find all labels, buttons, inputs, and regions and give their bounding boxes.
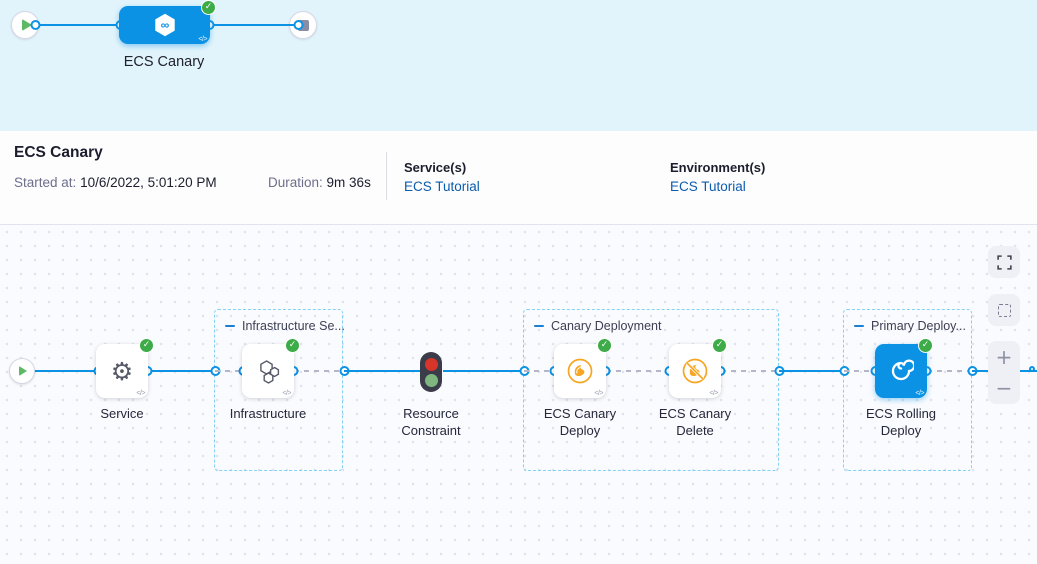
- code-icon: </>: [198, 36, 207, 43]
- stage-node-ecs-canary[interactable]: ∞ ✓ </>: [119, 6, 210, 44]
- step-node-resource-constraint[interactable]: [420, 352, 442, 392]
- code-icon: </>: [282, 390, 291, 397]
- step-node-ecs-rolling-deploy[interactable]: ✓ </>: [875, 344, 927, 398]
- connector-line: [606, 370, 669, 372]
- traffic-light-red-icon: [425, 358, 438, 371]
- step-label: ECS Canary Deploy: [528, 405, 632, 439]
- duration-label: Duration:: [268, 175, 323, 190]
- execution-title: ECS Canary: [14, 144, 103, 162]
- environments-link[interactable]: ECS Tutorial: [670, 179, 765, 194]
- group-title-canary[interactable]: Canary Deployment: [534, 319, 661, 333]
- pipeline-canvas[interactable]: Infrastructure Se... Canary Deployment P…: [0, 225, 1037, 564]
- connector-line: [779, 370, 844, 372]
- fullscreen-icon: [997, 255, 1012, 270]
- reset-selection-button[interactable]: [988, 294, 1020, 326]
- collapse-dash-icon: [854, 325, 864, 328]
- stage-label: ECS Canary: [114, 54, 214, 70]
- step-label: Service: [70, 405, 174, 422]
- step-node-infrastructure[interactable]: ✓ </>: [242, 344, 294, 398]
- fullscreen-button[interactable]: [988, 246, 1020, 278]
- success-check-icon: ✓: [139, 338, 154, 353]
- success-check-icon: ✓: [918, 338, 933, 353]
- connector-line: [294, 370, 344, 372]
- connector-line: [210, 24, 298, 26]
- canary-deploy-icon: [565, 356, 595, 386]
- step-label: ECS Canary Delete: [643, 405, 747, 439]
- started-at-value: 10/6/2022, 5:01:20 PM: [80, 175, 217, 190]
- success-check-icon: ✓: [712, 338, 727, 353]
- group-title-text: Canary Deployment: [551, 319, 661, 333]
- execution-header: ECS Canary Started at: 10/6/2022, 5:01:2…: [0, 131, 1037, 225]
- svg-text:∞: ∞: [160, 18, 169, 32]
- gear-icon: ⚙: [111, 359, 133, 384]
- duration-value: 9m 36s: [327, 175, 371, 190]
- step-label: Infrastructure: [216, 405, 320, 422]
- connector-line: [36, 24, 120, 26]
- step-label: Resource Constraint: [379, 405, 483, 439]
- step-node-ecs-canary-deploy[interactable]: ✓ </>: [554, 344, 606, 398]
- connector-line: [344, 370, 421, 372]
- environments-column: Environment(s) ECS Tutorial: [670, 160, 765, 194]
- connector-line: [524, 370, 554, 372]
- code-icon: </>: [709, 390, 718, 397]
- step-label: ECS Rolling Deploy: [849, 405, 953, 439]
- group-title-primary[interactable]: Primary Deploy...: [854, 319, 966, 333]
- zoom-in-button[interactable]: +: [988, 341, 1020, 373]
- started-at: Started at: 10/6/2022, 5:01:20 PM: [14, 175, 217, 190]
- canary-delete-icon: [680, 356, 710, 386]
- connector-line: [721, 370, 779, 372]
- group-title-text: Infrastructure Se...: [242, 319, 345, 333]
- zoom-panel: + −: [988, 341, 1020, 404]
- success-check-icon: ✓: [201, 0, 216, 15]
- step-node-service[interactable]: ⚙ ✓ </>: [96, 344, 148, 398]
- connector-line: [927, 370, 972, 372]
- infrastructure-icon: [253, 356, 283, 386]
- success-check-icon: ✓: [285, 338, 300, 353]
- connector-line: [443, 370, 524, 372]
- dashed-square-icon: [998, 304, 1011, 317]
- traffic-light-green-icon: [425, 374, 438, 387]
- play-icon: [19, 366, 27, 376]
- step-node-ecs-canary-delete[interactable]: ✓ </>: [669, 344, 721, 398]
- zoom-out-button[interactable]: −: [988, 373, 1020, 405]
- code-icon: </>: [915, 390, 924, 397]
- connector-point: [1029, 366, 1035, 372]
- mini-pipeline-bar: ∞ ✓ </> ECS Canary: [0, 0, 1037, 131]
- code-icon: </>: [594, 390, 603, 397]
- connector-line: [148, 370, 215, 372]
- ecs-swirl-icon: [888, 358, 914, 384]
- group-title-infrastructure[interactable]: Infrastructure Se...: [225, 319, 345, 333]
- header-divider: [386, 152, 387, 200]
- connector-line: [215, 370, 243, 372]
- collapse-dash-icon: [225, 325, 235, 328]
- pipeline-execution-screen: ∞ ✓ </> ECS Canary ECS Canary Started at…: [0, 0, 1037, 564]
- services-link[interactable]: ECS Tutorial: [404, 179, 480, 194]
- group-title-text: Primary Deploy...: [871, 319, 966, 333]
- services-label: Service(s): [404, 160, 480, 175]
- services-column: Service(s) ECS Tutorial: [404, 160, 480, 194]
- code-icon: </>: [136, 390, 145, 397]
- connector-line: [844, 370, 875, 372]
- stage-start-node[interactable]: [9, 358, 35, 384]
- success-check-icon: ✓: [597, 338, 612, 353]
- started-at-label: Started at:: [14, 175, 76, 190]
- cd-stage-icon: ∞: [151, 11, 179, 39]
- duration: Duration: 9m 36s: [268, 175, 371, 190]
- collapse-dash-icon: [534, 325, 544, 328]
- connector-line: [30, 370, 98, 372]
- environments-label: Environment(s): [670, 160, 765, 175]
